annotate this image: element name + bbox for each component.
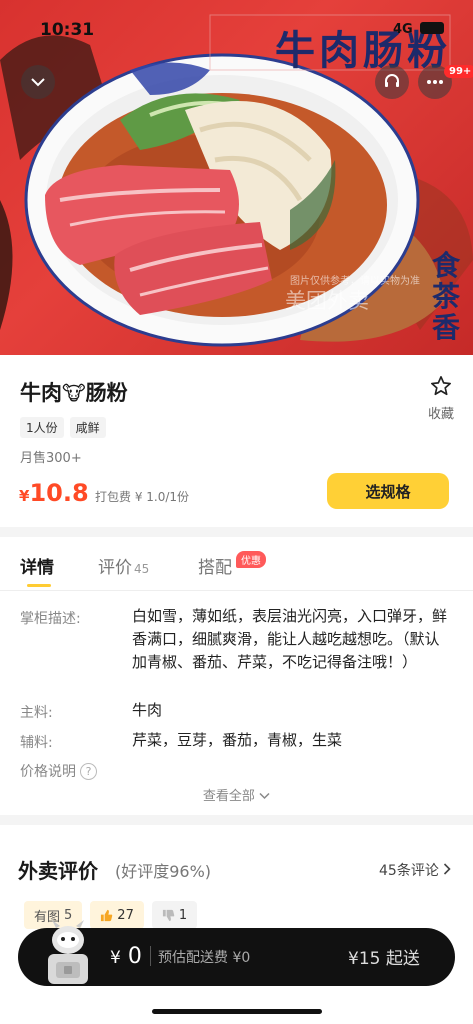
product-name-part1: 牛肉 bbox=[20, 381, 62, 405]
message-badge: 99+ bbox=[444, 65, 473, 78]
detail-tabs: 详情 评价 45 搭配 优惠 bbox=[0, 537, 473, 591]
reviews-rating: (好评度96%) bbox=[115, 862, 212, 881]
tab-combos[interactable]: 搭配 bbox=[198, 553, 232, 578]
meituan-watermark: 美团外卖 bbox=[285, 289, 369, 313]
tab-details-label: 详情 bbox=[20, 558, 54, 578]
tag-flavor: 咸鲜 bbox=[69, 417, 106, 438]
packing-fee: 打包费 ¥ 1.0/1份 bbox=[95, 490, 190, 504]
favorite-label: 收藏 bbox=[427, 407, 454, 422]
reviews-count-link[interactable]: 45条评论 bbox=[379, 860, 451, 880]
price-note-text: 价格说明 bbox=[20, 764, 76, 780]
tag-portion: 1人份 bbox=[20, 417, 64, 438]
product-name-part2: 肠粉 bbox=[85, 381, 128, 405]
chip-thumbs-up-count: 27 bbox=[117, 907, 134, 923]
product-price: ¥10.8 bbox=[19, 479, 89, 507]
product-info-card: 牛肉🐮肠粉 1人份 咸鲜 月售300+ ¥10.8 打包费 ¥ 1.0/1份 选… bbox=[0, 355, 473, 527]
tab-reviews-label: 评价 bbox=[98, 558, 132, 578]
home-indicator bbox=[152, 1009, 322, 1014]
favorite-button[interactable]: 收藏 bbox=[423, 375, 459, 422]
status-time: 10:31 bbox=[40, 20, 95, 40]
status-network: 4G bbox=[393, 22, 413, 37]
reviews-title: 外卖评价 bbox=[18, 859, 98, 883]
description-value: 白如雪，薄如纸，表层油光闪亮，入口弹牙，鲜香满口，细腻爽滑，能让人越吃越想吃。（… bbox=[132, 607, 448, 671]
minimum-order: ¥15 起送 bbox=[348, 949, 420, 969]
monthly-sales: 月售300+ bbox=[20, 451, 82, 466]
tab-combos-label: 搭配 bbox=[198, 558, 232, 578]
chevron-down-icon bbox=[259, 792, 270, 800]
cart-total-value: 0 bbox=[127, 944, 142, 969]
details-section: 详情 评价 45 搭配 优惠 掌柜描述: 白如雪，薄如纸，表层油光闪亮，入口弹牙，… bbox=[0, 537, 473, 815]
collapse-button[interactable] bbox=[21, 65, 55, 99]
price-note-label: 价格说明? bbox=[20, 761, 97, 781]
chip-thumbs-down-count: 1 bbox=[178, 907, 188, 923]
star-icon bbox=[431, 376, 451, 396]
description-label: 掌柜描述: bbox=[20, 611, 81, 627]
price-symbol: ¥ bbox=[19, 487, 30, 505]
hero-brand-logo: 食茶香 bbox=[431, 249, 460, 344]
active-tab-indicator bbox=[27, 584, 51, 587]
delivery-fee: 预估配送费 ¥0 bbox=[158, 950, 251, 966]
price-value: 10.8 bbox=[29, 479, 89, 507]
cow-emoji: 🐮 bbox=[62, 381, 86, 405]
main-ingredient-label: 主料: bbox=[20, 705, 53, 721]
customer-service-button[interactable] bbox=[375, 65, 409, 99]
product-hero-image: 牛肉肠粉 食茶香 图片仅供参考，请以实物为准 美团外卖 10:31 4G 99+ bbox=[0, 0, 473, 355]
side-ingredient-value: 芹菜，豆芽，番茄，青椒，生菜 bbox=[132, 731, 343, 749]
product-tags: 1人份 咸鲜 bbox=[20, 417, 106, 438]
cart-divider bbox=[150, 946, 151, 966]
thumbs-down-icon bbox=[162, 909, 175, 921]
battery-icon bbox=[420, 22, 444, 34]
question-icon[interactable]: ? bbox=[80, 763, 97, 780]
product-name: 牛肉🐮肠粉 bbox=[20, 377, 128, 407]
ellipsis-icon bbox=[427, 80, 443, 84]
view-all-label: 查看全部 bbox=[202, 789, 255, 804]
promo-badge: 优惠 bbox=[236, 551, 266, 568]
tab-details[interactable]: 详情 bbox=[20, 553, 54, 578]
view-all-link[interactable]: 查看全部 bbox=[0, 785, 473, 804]
select-spec-button[interactable]: 选规格 bbox=[327, 473, 449, 509]
chip-thumbs-down[interactable]: 1 bbox=[151, 901, 198, 929]
cart-total: ¥ 0 bbox=[110, 944, 142, 969]
main-ingredient-value: 牛肉 bbox=[132, 701, 163, 719]
tab-reviews[interactable]: 评价 45 bbox=[98, 553, 149, 578]
thumbs-up-icon bbox=[101, 909, 113, 921]
cart-total-symbol: ¥ bbox=[110, 948, 121, 968]
kangaroo-mascot-cart-icon[interactable] bbox=[36, 918, 100, 988]
side-ingredient-label: 辅料: bbox=[20, 735, 53, 751]
chevron-right-icon bbox=[444, 863, 451, 875]
headset-icon bbox=[385, 74, 399, 87]
reviews-count-label: 45条评论 bbox=[379, 863, 439, 879]
tab-reviews-count: 45 bbox=[134, 562, 150, 576]
chevron-down-icon bbox=[31, 78, 45, 87]
